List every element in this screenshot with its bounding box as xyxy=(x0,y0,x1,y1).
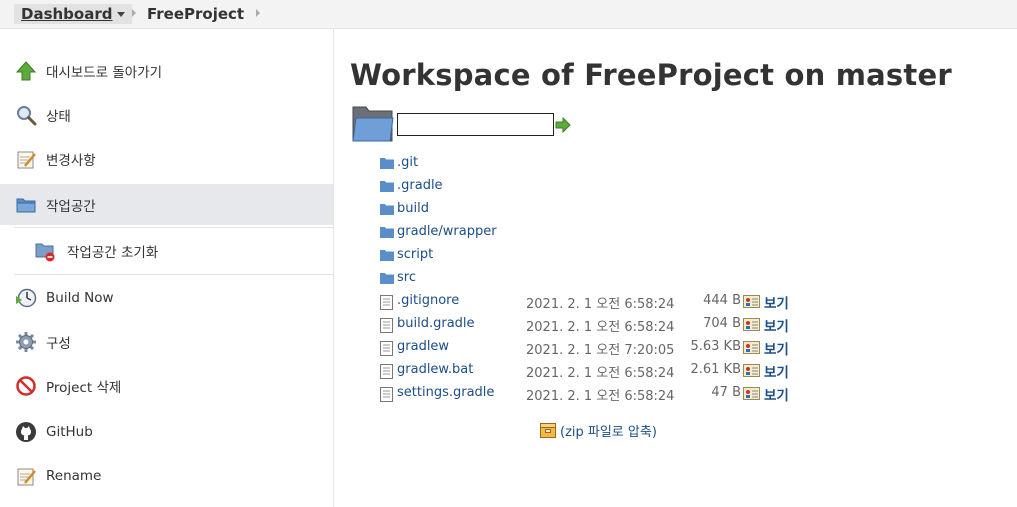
folder-icon xyxy=(380,204,394,215)
view-link[interactable]: 보기 xyxy=(764,292,789,312)
folder-icon xyxy=(380,250,394,261)
zip-download[interactable]: (zip 파일로 압축) xyxy=(540,421,657,440)
folder-row: gradle/wrapper xyxy=(380,223,810,243)
file-date: 2021. 2. 1 오전 6:58:24 xyxy=(526,297,675,312)
github-icon xyxy=(16,422,36,442)
document-icon xyxy=(380,364,393,379)
sidebar-item-configure[interactable]: 구성 xyxy=(0,320,333,364)
folder-row: src xyxy=(380,269,810,289)
search-icon xyxy=(17,106,37,126)
sidebar-item-delete-project[interactable]: Project 삭제 xyxy=(0,364,333,408)
breadcrumb-separator-icon xyxy=(256,9,260,17)
folder-icon xyxy=(380,158,394,169)
wipe-workspace-icon xyxy=(35,243,55,262)
breadcrumb: Dashboard FreeProject xyxy=(0,0,1017,29)
path-input[interactable] xyxy=(397,113,554,136)
folder-row: script xyxy=(380,246,810,266)
folder-row: build xyxy=(380,200,810,220)
view-link[interactable]: 보기 xyxy=(764,338,789,358)
sidebar-item-rename[interactable]: Rename xyxy=(0,454,333,498)
sidebar-item-back-to-dashboard[interactable]: 대시보드로 돌아가기 xyxy=(0,49,333,93)
file-size: 444 B xyxy=(703,293,741,308)
sidebar: 대시보드로 돌아가기 상태 변경사항 작업공간 작업공간 초기화 Build N… xyxy=(0,29,334,507)
folder-icon xyxy=(380,181,394,192)
sidebar-item-workspace[interactable]: 작업공간 xyxy=(0,184,333,225)
file-link[interactable]: build.gradle xyxy=(397,316,475,331)
no-entry-icon xyxy=(16,376,36,396)
notepad-icon xyxy=(17,151,36,169)
gear-icon xyxy=(16,332,36,352)
breadcrumb-dashboard[interactable]: Dashboard xyxy=(14,4,133,24)
document-icon xyxy=(380,295,393,310)
view-link[interactable]: 보기 xyxy=(764,361,789,381)
sidebar-item-build-now[interactable]: Build Now xyxy=(0,276,333,320)
view-icon xyxy=(743,387,760,400)
document-icon xyxy=(380,387,393,402)
document-icon xyxy=(380,341,393,356)
file-row: settings.gradle 2021. 2. 1 오전 6:58:24 47… xyxy=(380,384,810,404)
folder-link[interactable]: .git xyxy=(397,155,418,170)
folder-link[interactable]: src xyxy=(397,270,416,285)
sidebar-item-github[interactable]: GitHub xyxy=(0,410,333,454)
folder-link[interactable]: .gradle xyxy=(397,178,443,193)
folder-icon xyxy=(16,198,36,212)
folder-row: .git xyxy=(380,154,810,174)
file-size: 47 B xyxy=(711,385,741,400)
file-link[interactable]: gradlew.bat xyxy=(397,362,473,377)
notepad-icon xyxy=(17,468,36,486)
view-icon xyxy=(743,318,760,331)
go-arrow-icon[interactable] xyxy=(555,117,571,133)
document-icon xyxy=(380,318,393,333)
view-icon xyxy=(743,341,760,354)
sidebar-divider xyxy=(14,274,333,275)
archive-icon xyxy=(540,423,556,438)
sidebar-item-status[interactable]: 상태 xyxy=(0,93,333,137)
view-icon xyxy=(743,295,760,308)
file-date: 2021. 2. 1 오전 6:58:24 xyxy=(526,389,675,404)
folder-icon xyxy=(380,227,394,238)
sidebar-item-wipe-workspace[interactable]: 작업공간 초기화 xyxy=(0,229,333,273)
folder-row: .gradle xyxy=(380,177,810,197)
zip-link[interactable]: (zip 파일로 압축) xyxy=(560,421,657,440)
file-size: 704 B xyxy=(703,316,741,331)
file-date: 2021. 2. 1 오전 6:58:24 xyxy=(526,320,675,335)
file-size: 2.61 KB xyxy=(690,362,741,377)
breadcrumb-freeproject[interactable]: FreeProject xyxy=(147,4,244,24)
file-row: gradlew 2021. 2. 1 오전 7:20:05 5.63 KB 보기 xyxy=(380,338,810,358)
file-date: 2021. 2. 1 오전 6:58:24 xyxy=(526,366,675,381)
clock-icon xyxy=(16,288,37,308)
sidebar-divider xyxy=(14,227,333,228)
folder-icon xyxy=(380,273,394,284)
file-size: 5.63 KB xyxy=(690,339,741,354)
page-title: Workspace of FreeProject on master xyxy=(350,58,952,92)
up-arrow-icon xyxy=(15,61,37,81)
folder-link[interactable]: script xyxy=(397,247,433,262)
chevron-down-icon[interactable] xyxy=(117,11,126,17)
view-link[interactable]: 보기 xyxy=(764,384,789,404)
sidebar-item-changes[interactable]: 변경사항 xyxy=(0,137,333,181)
folder-link[interactable]: gradle/wrapper xyxy=(397,224,497,239)
file-link[interactable]: gradlew xyxy=(397,339,449,354)
folder-link[interactable]: build xyxy=(397,201,429,216)
file-date: 2021. 2. 1 오전 7:20:05 xyxy=(526,343,675,358)
file-link[interactable]: .gitignore xyxy=(397,293,459,308)
file-row: .gitignore 2021. 2. 1 오전 6:58:24 444 B 보… xyxy=(380,292,810,312)
view-icon xyxy=(743,364,760,377)
file-row: gradlew.bat 2021. 2. 1 오전 6:58:24 2.61 K… xyxy=(380,361,810,381)
view-link[interactable]: 보기 xyxy=(764,315,789,335)
file-row: build.gradle 2021. 2. 1 오전 6:58:24 704 B… xyxy=(380,315,810,335)
file-link[interactable]: settings.gradle xyxy=(397,385,494,400)
folder-icon xyxy=(352,106,394,142)
breadcrumb-separator-icon xyxy=(132,9,136,17)
